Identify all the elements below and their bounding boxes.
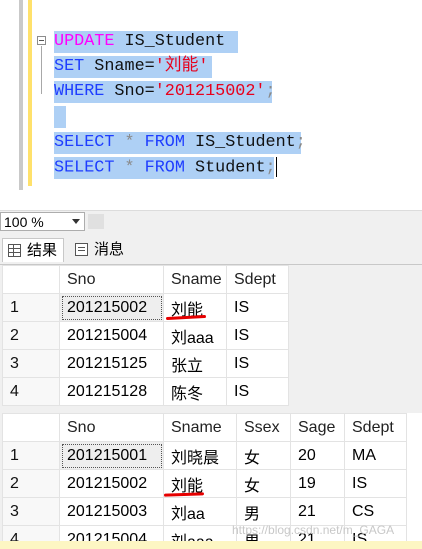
code-line-3[interactable]: WHERE Sno='201215002';	[54, 81, 276, 103]
column-header[interactable]: Sno	[59, 265, 164, 294]
results-tabs: 结果 消息	[0, 236, 422, 265]
tab-results-label: 结果	[27, 242, 58, 259]
row-number[interactable]: 3	[2, 497, 60, 526]
keyword-from: FROM	[144, 158, 185, 178]
semicolon: ;	[295, 133, 306, 152]
tab-messages-label: 消息	[94, 241, 125, 258]
horizontal-scrollbar[interactable]	[88, 214, 104, 229]
table-cell[interactable]: 19	[290, 469, 345, 498]
column-header[interactable]: Sno	[59, 413, 164, 442]
keyword-where: WHERE	[54, 82, 105, 101]
where-value-string: '201215002'	[154, 82, 266, 101]
tab-results[interactable]: 结果	[2, 238, 64, 262]
table-cell[interactable]: 201215125	[59, 349, 164, 378]
table-cell[interactable]: 201215004	[59, 321, 164, 350]
table-row[interactable]: 3 201215003 刘aa 男 21 CS	[2, 497, 407, 526]
keyword-select: SELECT	[54, 133, 115, 152]
table-cell[interactable]: 女	[236, 441, 291, 470]
keyword-from: FROM	[144, 133, 185, 152]
collapse-toggle-icon[interactable]	[37, 36, 46, 45]
table-row[interactable]: 1 201215001 刘晓晨 女 20 MA	[2, 441, 407, 470]
table-cell[interactable]: 201215002	[59, 293, 164, 322]
editor-bottom-area	[0, 190, 422, 210]
column-header[interactable]: Ssex	[236, 413, 291, 442]
table-row[interactable]: 2 201215004 刘aaa IS	[2, 321, 289, 350]
table-cell[interactable]: IS	[226, 349, 289, 378]
chevron-down-icon[interactable]	[72, 219, 80, 224]
table-cell[interactable]: 陈冬	[163, 377, 227, 406]
row-number[interactable]: 2	[2, 321, 60, 350]
row-number[interactable]: 1	[2, 293, 60, 322]
text-caret	[275, 157, 277, 177]
where-column: Sno=	[104, 82, 155, 101]
editor-status-bar: 100 %	[0, 210, 422, 233]
code-line-4[interactable]: SELECT * FROM IS_Student;	[54, 132, 306, 154]
table-cell[interactable]: 201215002	[59, 469, 164, 498]
code-line-blank[interactable]	[54, 106, 66, 128]
table-cell[interactable]: 201215128	[59, 377, 164, 406]
table-cell[interactable]: 张立	[163, 349, 227, 378]
column-header[interactable]: Sage	[290, 413, 345, 442]
set-value-string: '刘能'	[154, 57, 209, 76]
tab-messages[interactable]: 消息	[70, 238, 138, 262]
table-row[interactable]: 3 201215125 张立 IS	[2, 349, 289, 378]
table-cell[interactable]: CS	[344, 497, 407, 526]
table-cell[interactable]: 刘aaa	[163, 321, 227, 350]
table-cell[interactable]: IS	[226, 377, 289, 406]
table-cell[interactable]: 21	[290, 497, 345, 526]
row-number-header[interactable]	[2, 265, 60, 294]
column-header[interactable]: Sdept	[226, 265, 289, 294]
code-line-1[interactable]: UPDATE IS_Student	[54, 31, 238, 53]
status-strip	[0, 541, 422, 549]
grid-header-row: Sno Sname Ssex Sage Sdept	[2, 413, 407, 442]
table-identifier: IS_Student	[114, 32, 226, 51]
table-cell[interactable]: 201215001	[59, 441, 164, 470]
from-table: Student	[184, 158, 266, 178]
table-cell[interactable]: MA	[344, 441, 407, 470]
semicolon: ;	[265, 158, 276, 178]
table-cell[interactable]: 刘aa	[163, 497, 237, 526]
from-table: IS_Student	[184, 133, 296, 152]
zoom-value: 100 %	[4, 214, 44, 230]
table-cell[interactable]: 201215003	[59, 497, 164, 526]
grid-icon	[8, 244, 21, 257]
column-header[interactable]: Sname	[163, 265, 227, 294]
table-cell[interactable]: 女	[236, 469, 291, 498]
table-cell[interactable]: 20	[290, 441, 345, 470]
row-number-header[interactable]	[2, 413, 60, 442]
row-number[interactable]: 4	[2, 377, 60, 406]
code-line-2[interactable]: SET Sname='刘能'	[54, 56, 212, 78]
star-operator: *	[114, 133, 145, 152]
semicolon: ;	[265, 82, 276, 101]
table-cell[interactable]: 刘晓晨	[163, 441, 237, 470]
table-row[interactable]: 1 201215002 刘能 IS	[2, 293, 289, 322]
row-number[interactable]: 2	[2, 469, 60, 498]
row-number[interactable]: 1	[2, 441, 60, 470]
table-cell[interactable]: IS	[226, 321, 289, 350]
editor-gutter	[19, 0, 23, 190]
table-row[interactable]: 4 201215128 陈冬 IS	[2, 377, 289, 406]
zoom-dropdown[interactable]: 100 %	[0, 212, 85, 231]
star-operator: *	[114, 158, 145, 178]
column-header[interactable]: Sname	[163, 413, 237, 442]
result-grid-1-area: Sno Sname Sdept 1 201215002 刘能 IS 2 2012…	[2, 265, 422, 407]
message-icon	[75, 243, 88, 256]
keyword-select: SELECT	[54, 158, 115, 178]
set-column: Sname=	[84, 57, 155, 76]
table-cell[interactable]: IS	[344, 469, 407, 498]
code-line-5[interactable]: SELECT * FROM Student;	[54, 157, 277, 179]
change-tracking-bar	[28, 0, 32, 186]
grid-header-row: Sno Sname Sdept	[2, 265, 289, 294]
result-grid-1[interactable]: Sno Sname Sdept 1 201215002 刘能 IS 2 2012…	[2, 265, 289, 406]
table-cell[interactable]: 男	[236, 497, 291, 526]
table-row[interactable]: 2 201215002 刘能 女 19 IS	[2, 469, 407, 498]
table-cell[interactable]: IS	[226, 293, 289, 322]
row-number[interactable]: 3	[2, 349, 60, 378]
sql-editor[interactable]: UPDATE IS_Student SET Sname='刘能' WHERE S…	[0, 0, 422, 210]
keyword-set: SET	[54, 57, 85, 76]
column-header[interactable]: Sdept	[344, 413, 407, 442]
fold-guide-line	[41, 46, 42, 94]
watermark: https://blog.csdn.net/m_GAGA	[232, 523, 395, 537]
keyword-update: UPDATE	[54, 32, 115, 51]
